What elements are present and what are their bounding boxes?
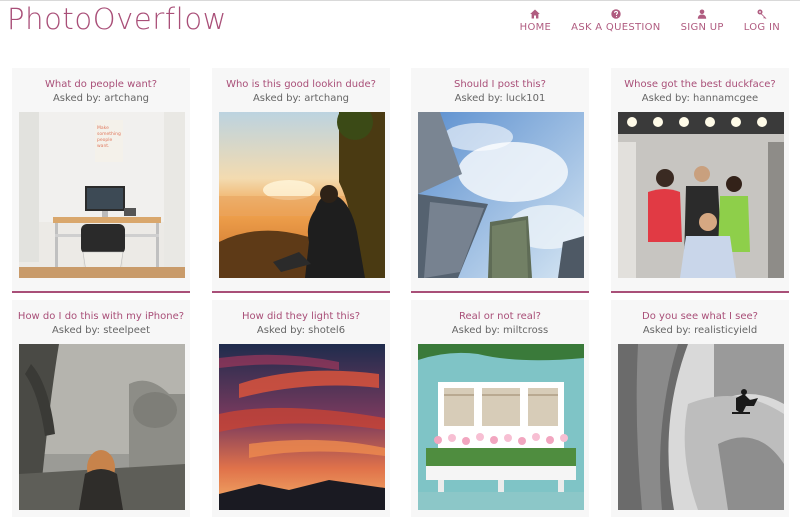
question-title[interactable]: Real or not real?: [411, 311, 589, 322]
question-card[interactable]: Real or not real? Asked by: miltcross: [411, 300, 589, 517]
question-card[interactable]: Do you see what I see? Asked by: realist…: [611, 300, 789, 517]
window-flowers-photo[interactable]: [418, 344, 584, 510]
nav-log-in-label: LOG IN: [743, 22, 780, 33]
nav-ask-question[interactable]: ASK A QUESTION: [571, 9, 660, 33]
question-card[interactable]: What do people want? Asked by: artchang …: [12, 68, 190, 293]
key-icon: [757, 9, 767, 19]
question-title[interactable]: Do you see what I see?: [611, 311, 789, 322]
question-card[interactable]: Should I post this? Asked by: luck101: [411, 68, 589, 293]
skateboarder-photo[interactable]: [618, 344, 784, 510]
svg-text:people: people: [97, 137, 112, 143]
top-divider: [0, 0, 800, 1]
nav-home-label: HOME: [519, 22, 552, 33]
home-icon: [530, 9, 541, 19]
sunset-hiker-photo[interactable]: [219, 112, 385, 278]
card-divider: [212, 291, 390, 293]
card-divider: [611, 291, 789, 293]
nav-log-in[interactable]: LOG IN: [744, 9, 780, 33]
question-title[interactable]: How did they light this?: [212, 311, 390, 322]
main-nav: HOME ASK A QUESTION SIGN UP LOG IN: [520, 9, 780, 33]
skyscrapers-photo[interactable]: [418, 112, 584, 278]
desk-workspace-photo[interactable]: Make something people want.: [19, 112, 185, 278]
question-title[interactable]: How do I do this with my iPhone?: [12, 311, 190, 322]
asked-by: Asked by: miltcross: [451, 325, 549, 336]
foggy-forest-photo[interactable]: [19, 344, 185, 510]
question-card[interactable]: Whose got the best duckface? Asked by: h…: [611, 68, 789, 293]
sunset-sky-photo[interactable]: [219, 344, 385, 510]
question-card[interactable]: How do I do this with my iPhone? Asked b…: [12, 300, 190, 517]
asked-by: Asked by: realisticyield: [642, 325, 758, 336]
question-card[interactable]: How did they light this? Asked by: shote…: [212, 300, 390, 517]
question-title[interactable]: Who is this good lookin dude?: [212, 79, 390, 90]
nav-sign-up-label: SIGN UP: [680, 22, 724, 33]
asked-by: Asked by: steelpeet: [51, 325, 151, 336]
asked-by: Asked by: artchang: [252, 93, 350, 104]
question-title[interactable]: Should I post this?: [411, 79, 589, 90]
group-selfie-photo[interactable]: [618, 112, 784, 278]
question-icon: [611, 9, 621, 19]
nav-ask-question-label: ASK A QUESTION: [571, 22, 661, 33]
card-divider: [411, 291, 589, 293]
card-divider: [12, 291, 190, 293]
question-title[interactable]: What do people want?: [12, 79, 190, 90]
asked-by: Asked by: luck101: [454, 93, 546, 104]
asked-by: Asked by: artchang: [52, 93, 150, 104]
nav-home[interactable]: HOME: [520, 9, 552, 33]
nav-sign-up[interactable]: SIGN UP: [681, 9, 724, 33]
question-title[interactable]: Whose got the best duckface?: [611, 79, 789, 90]
question-card[interactable]: Who is this good lookin dude? Asked by: …: [212, 68, 390, 293]
asked-by: Asked by: shotel6: [256, 325, 346, 336]
svg-text:want.: want.: [97, 143, 110, 149]
site-logo[interactable]: PhotoOverflow: [7, 2, 227, 36]
asked-by: Asked by: hannamcgee: [641, 93, 759, 104]
svg-text:something: something: [97, 131, 121, 137]
user-icon: [697, 9, 707, 19]
svg-text:Make: Make: [97, 125, 109, 131]
